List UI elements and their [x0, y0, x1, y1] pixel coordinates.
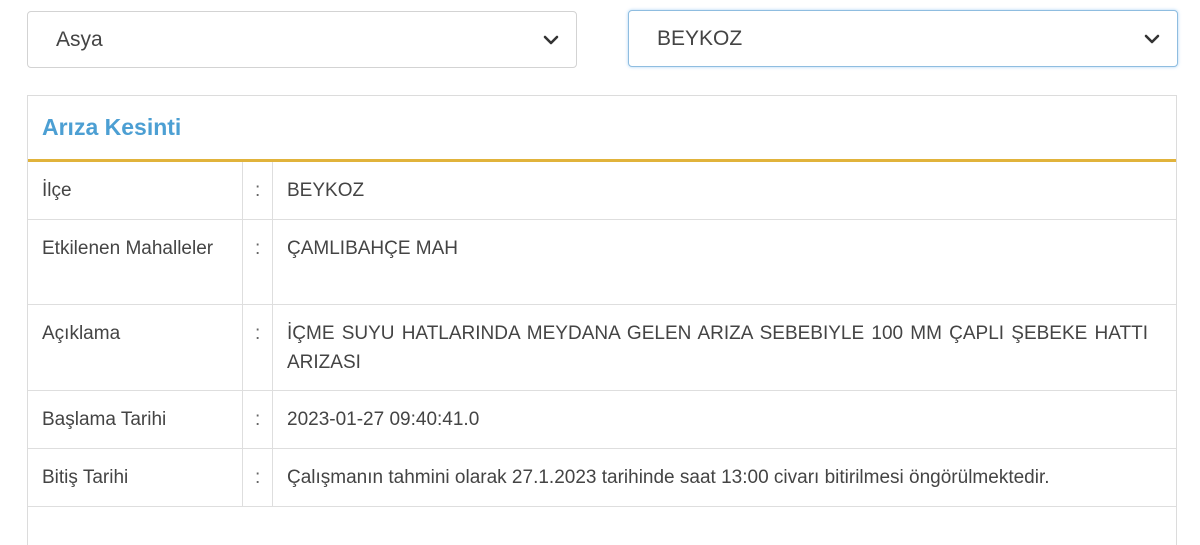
row-label: Bitiş Tarihi [28, 448, 243, 507]
district-select[interactable]: BEYKOZ [628, 10, 1178, 67]
region-select[interactable]: Asya [27, 11, 577, 68]
row-separator: : [242, 162, 273, 220]
outage-details-table: İlçe : BEYKOZ Etkilenen Mahalleler : ÇAM… [28, 162, 1176, 507]
row-label: Başlama Tarihi [28, 390, 243, 449]
table-row: Bitiş Tarihi : Çalışmanın tahmini olarak… [28, 448, 1176, 507]
row-separator: : [242, 448, 273, 507]
chevron-down-icon [1143, 30, 1161, 48]
row-separator: : [242, 219, 273, 305]
region-select-value: Asya [56, 27, 103, 51]
panel-title: Arıza Kesinti [42, 114, 182, 140]
row-value: ÇAMLIBAHÇE MAH [272, 219, 1176, 305]
district-select-value: BEYKOZ [657, 26, 743, 50]
table-row: Başlama Tarihi : 2023-01-27 09:40:41.0 [28, 390, 1176, 449]
panel-header: Arıza Kesinti [28, 96, 1176, 162]
table-row: İlçe : BEYKOZ [28, 162, 1176, 220]
chevron-down-icon [542, 31, 560, 49]
row-separator: : [242, 304, 273, 391]
table-row: Açıklama : İÇME SUYU HATLARINDA MEYDANA … [28, 304, 1176, 391]
row-separator: : [242, 390, 273, 449]
row-label: Etkilenen Mahalleler [28, 219, 243, 305]
row-label: Açıklama [28, 304, 243, 391]
row-label: İlçe [28, 162, 243, 220]
row-value: BEYKOZ [272, 162, 1176, 220]
outage-panel: Arıza Kesinti İlçe : BEYKOZ Etkilenen Ma… [27, 95, 1177, 545]
row-value: İÇME SUYU HATLARINDA MEYDANA GELEN ARIZA… [272, 304, 1176, 391]
table-row: Etkilenen Mahalleler : ÇAMLIBAHÇE MAH [28, 219, 1176, 305]
row-value: Çalışmanın tahmini olarak 27.1.2023 tari… [272, 448, 1176, 507]
row-value: 2023-01-27 09:40:41.0 [272, 390, 1176, 449]
